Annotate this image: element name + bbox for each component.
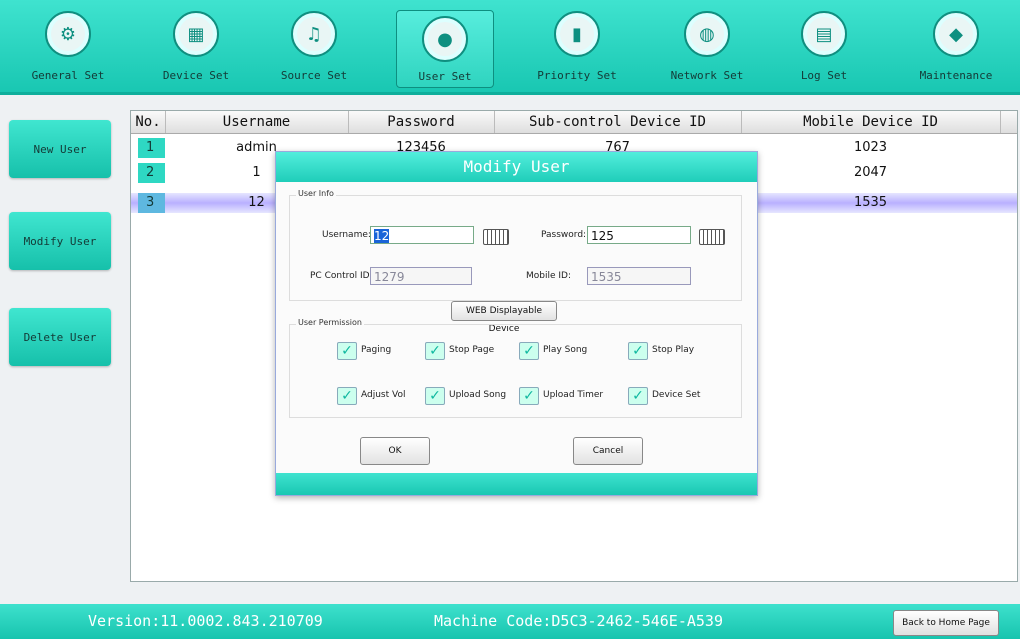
delete-user-button[interactable]: Delete User bbox=[9, 308, 111, 366]
calendar-icon: ▤ bbox=[801, 11, 847, 57]
password-label: Password: bbox=[541, 230, 587, 240]
nav-label: Network Set bbox=[670, 69, 744, 82]
row-number: 3 bbox=[138, 193, 165, 213]
nav-priority-set[interactable]: ▮ Priority Set bbox=[529, 6, 625, 88]
keyboard-icon[interactable] bbox=[699, 229, 725, 245]
nav-log-set[interactable]: ▤ Log Set bbox=[776, 6, 872, 88]
modify-user-dialog: Modify User User Info Username: 12 Passw… bbox=[275, 151, 758, 496]
checkmark-icon: ✓ bbox=[519, 387, 539, 405]
nav-user-set[interactable]: ● User Set bbox=[396, 10, 494, 88]
globe-icon: ◍ bbox=[684, 11, 730, 57]
row-mobile-id: 2047 bbox=[853, 165, 888, 180]
ok-button[interactable]: OK bbox=[360, 437, 430, 465]
nav-label: User Set bbox=[418, 70, 472, 83]
keyboard-icon[interactable] bbox=[483, 229, 509, 245]
version-text: Version:11.0002.843.210709 bbox=[88, 612, 323, 630]
gear-icon: ⚙ bbox=[45, 11, 91, 57]
mobile-id-field: 1535 bbox=[587, 267, 691, 285]
username-label: Username: bbox=[322, 230, 371, 240]
mobile-id-label: Mobile ID: bbox=[526, 271, 571, 281]
pc-control-id-label: PC Control ID: bbox=[310, 271, 373, 281]
password-input[interactable]: 125 bbox=[587, 226, 691, 244]
row-mobile-id: 1535 bbox=[853, 195, 888, 210]
nav-device-set[interactable]: ▦ Device Set bbox=[148, 6, 244, 88]
checkmark-icon: ✓ bbox=[337, 342, 357, 360]
nav-network-set[interactable]: ◍ Network Set bbox=[659, 6, 755, 88]
checkmark-icon: ✓ bbox=[425, 342, 445, 360]
nav-label: Log Set bbox=[800, 69, 848, 82]
machine-code-text: Machine Code:D5C3-2462-546E-A539 bbox=[434, 612, 723, 630]
shield-icon: ◆ bbox=[933, 11, 979, 57]
checkmark-icon: ✓ bbox=[519, 342, 539, 360]
nav-label: Maintenance bbox=[919, 69, 993, 82]
dialog-title: Modify User bbox=[276, 152, 757, 182]
grid-icon: ▦ bbox=[173, 11, 219, 57]
checkmark-icon: ✓ bbox=[628, 387, 648, 405]
checkmark-icon: ✓ bbox=[337, 387, 357, 405]
nav-label: Device Set bbox=[162, 69, 230, 82]
header-sub-control-id[interactable]: Sub-control Device ID bbox=[494, 111, 742, 133]
table-header: No. Username Password Sub-control Device… bbox=[131, 111, 1017, 134]
row-number: 1 bbox=[138, 138, 165, 158]
checkmark-icon: ✓ bbox=[425, 387, 445, 405]
cancel-button[interactable]: Cancel bbox=[573, 437, 643, 465]
username-input[interactable]: 12 bbox=[370, 226, 474, 244]
music-icon: ♫ bbox=[291, 11, 337, 57]
modify-user-button[interactable]: Modify User bbox=[9, 212, 111, 270]
user-icon: ● bbox=[422, 16, 468, 62]
user-permission-label: User Permission bbox=[296, 318, 364, 327]
nav-label: Priority Set bbox=[537, 69, 617, 82]
nav-label: General Set bbox=[31, 69, 105, 82]
checkmark-icon: ✓ bbox=[628, 342, 648, 360]
pc-control-id-field: 1279 bbox=[370, 267, 472, 285]
bar-chart-icon: ▮ bbox=[554, 11, 600, 57]
status-bar: Version:11.0002.843.210709 Machine Code:… bbox=[0, 604, 1020, 639]
back-to-home-button[interactable]: Back to Home Page bbox=[893, 610, 999, 636]
nav-source-set[interactable]: ♫ Source Set bbox=[266, 6, 362, 88]
row-mobile-id: 1023 bbox=[853, 140, 888, 155]
dialog-footer bbox=[276, 473, 757, 495]
user-permission-group: User Permission ✓ Paging ✓ Stop Page ✓ Play… bbox=[289, 318, 742, 418]
header-mobile-id[interactable]: Mobile Device ID bbox=[741, 111, 1001, 133]
nav-general-set[interactable]: ⚙ General Set bbox=[20, 6, 116, 88]
user-info-label: User Info bbox=[296, 189, 336, 198]
header-password[interactable]: Password bbox=[348, 111, 495, 133]
nav-maintenance[interactable]: ◆ Maintenance bbox=[908, 6, 1004, 88]
top-nav-bar: ⚙ General Set ▦ Device Set ♫ Source Set … bbox=[0, 0, 1020, 95]
header-no[interactable]: No. bbox=[131, 111, 166, 133]
row-number: 2 bbox=[138, 163, 165, 183]
user-info-group: User Info Username: 12 Password: 125 PC … bbox=[289, 189, 742, 301]
web-displayable-device-button[interactable]: WEB Displayable Device bbox=[451, 301, 557, 334]
username-value: 12 bbox=[374, 229, 390, 243]
nav-label: Source Set bbox=[280, 69, 348, 82]
header-username[interactable]: Username bbox=[165, 111, 349, 133]
new-user-button[interactable]: New User bbox=[9, 120, 111, 178]
